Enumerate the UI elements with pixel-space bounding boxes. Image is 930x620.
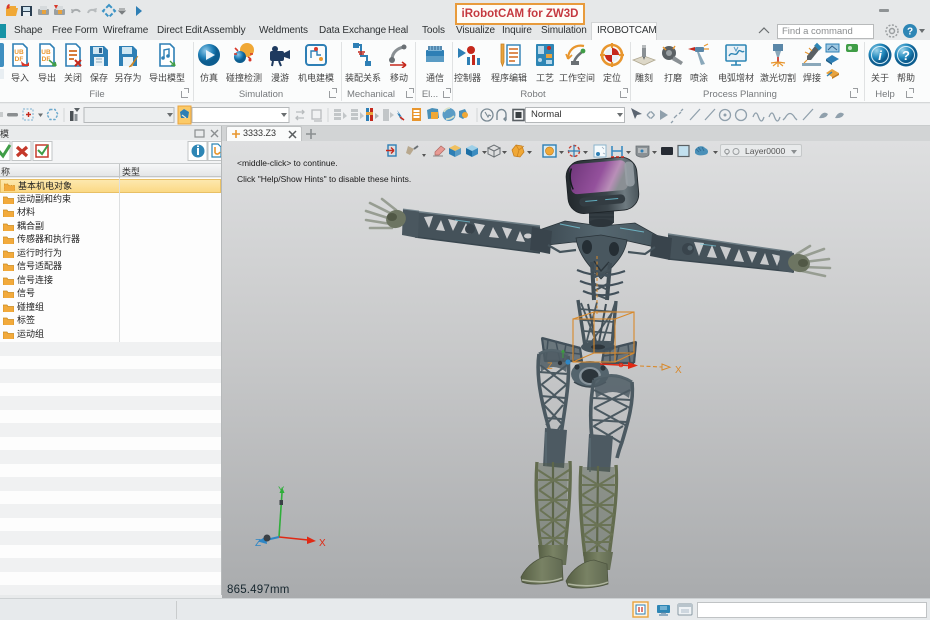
svg-text:Y: Y (278, 485, 285, 496)
svg-text:Z: Z (255, 538, 261, 549)
svg-text:?: ? (902, 48, 910, 63)
svg-text:X: X (675, 365, 682, 376)
svg-text:UB: UB (41, 49, 51, 56)
svg-text:?: ? (907, 27, 913, 38)
svg-text:i: i (878, 48, 882, 63)
svg-text:DF: DF (42, 56, 51, 63)
svg-text:DF: DF (15, 56, 24, 63)
svg-text:X: X (319, 538, 326, 549)
svg-text:UB: UB (14, 49, 24, 56)
svg-text:Z: Z (547, 361, 553, 371)
